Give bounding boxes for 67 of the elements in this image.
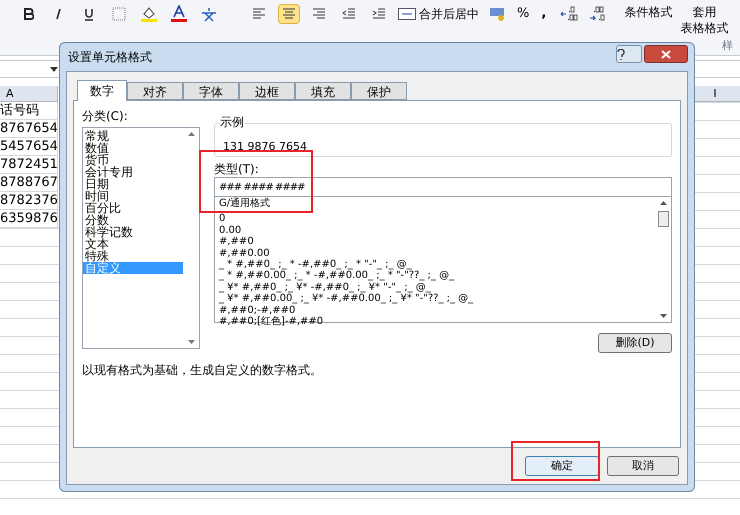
list-item[interactable]: 时间	[83, 190, 183, 202]
scroll-up-icon[interactable]	[188, 132, 194, 136]
list-item[interactable]: #,##0.00	[219, 248, 655, 260]
align-center-icon[interactable]	[278, 4, 300, 24]
sample-value: 131 9876 7654	[223, 140, 307, 154]
percent-button[interactable]: %	[517, 4, 530, 24]
list-item[interactable]: _ ¥* #,##0.00_ ;_ ¥* -#,##0.00_ ;_ ¥* "-"??_ ;_ @_	[219, 293, 655, 305]
list-item[interactable]: _ ¥* #,##0_ ;_ ¥* -#,##0_ ;_ ¥* "-"_ ;_ @_	[219, 282, 655, 294]
list-item[interactable]: 会计专用	[83, 166, 183, 178]
table-cell: 8767654	[0, 120, 58, 138]
list-item[interactable]: 百分比	[83, 202, 183, 214]
field-label: 分类(C):	[82, 108, 129, 125]
delete-button[interactable]: 删除(D)	[598, 333, 672, 353]
list-item[interactable]: 0.00	[219, 224, 655, 236]
scroll-up-icon[interactable]	[660, 201, 666, 205]
name-box[interactable]	[0, 60, 62, 78]
scroll-thumb[interactable]	[658, 211, 668, 227]
tab[interactable]: 字体	[183, 82, 239, 100]
list-item[interactable]: 分数	[83, 214, 183, 226]
type-input[interactable]: ### #### ####	[214, 177, 672, 197]
tab[interactable]: 填充	[295, 82, 351, 100]
list-item[interactable]: 0	[219, 213, 655, 225]
table-cell: 7872451	[0, 156, 58, 174]
group-label: 示例	[219, 115, 245, 129]
scroll-down-icon[interactable]	[188, 340, 194, 344]
conditional-format-label[interactable]: 条件格式	[624, 4, 672, 20]
tab[interactable]: 对齐	[127, 82, 183, 100]
list-item[interactable]: #,##0;-#,##0	[219, 304, 655, 316]
tab[interactable]: 数字	[77, 80, 127, 101]
list-item[interactable]: 数值	[83, 142, 183, 154]
help-icon	[617, 48, 625, 60]
column-header: A	[0, 86, 58, 102]
list-item[interactable]: 科学记数	[83, 226, 183, 238]
table-format-label[interactable]: 套用	[692, 4, 716, 20]
list-item[interactable]: 货币	[83, 154, 183, 166]
field-label: 类型(T):	[214, 161, 260, 177]
ok-button[interactable]: 确定	[525, 456, 599, 476]
scroll-down-icon[interactable]	[660, 314, 666, 318]
group-label: 样	[722, 38, 733, 54]
comma-button[interactable]: ,	[537, 4, 550, 24]
merge-icon	[398, 8, 416, 20]
table-cell: 6359876	[0, 210, 58, 228]
merge-center-button[interactable]: 合并后居中	[398, 4, 479, 24]
font-color-icon[interactable]	[168, 4, 190, 24]
table-cell: 8782376	[0, 192, 58, 210]
close-button[interactable]	[644, 45, 688, 63]
list-item[interactable]: G/通用格式	[219, 198, 655, 210]
window-title: 设置单元格格式	[67, 49, 152, 66]
cancel-button[interactable]: 取消	[607, 456, 679, 476]
list-item[interactable]: #,##0	[219, 236, 655, 248]
table-cell: 8788767	[0, 174, 58, 192]
list-item[interactable]: _ * #,##0_ ;_ * -#,##0_ ;_ * "-"_ ;_ @_	[219, 259, 655, 270]
tab[interactable]: 保护	[351, 82, 407, 100]
tab[interactable]: 边框	[239, 82, 295, 100]
description-text: 以现有格式为基础，生成自定义的数字格式。	[82, 362, 323, 379]
list-item[interactable]: #,##0;[红色]-#,##0	[219, 316, 655, 328]
list-item[interactable]: 文本	[83, 238, 183, 250]
list-item[interactable]: 常规	[83, 130, 183, 142]
list-item[interactable]: 日期	[83, 178, 183, 190]
close-icon	[661, 50, 671, 58]
category-list[interactable]: 常规 数值 货币 会计专用 日期 时间 百分比 分数 科学记数 文本 特殊 自定义	[82, 127, 200, 349]
table-cell: 话号码	[0, 102, 58, 120]
list-item[interactable]: 特殊	[83, 250, 183, 262]
table-format-label[interactable]: 表格格式	[680, 20, 728, 36]
help-button[interactable]	[616, 45, 642, 63]
table-cell: 5457654	[0, 138, 58, 156]
list-item[interactable]: _ * #,##0.00_ ;_ * -#,##0.00_ ;_ * "-"??_ ;_ @_	[219, 270, 655, 282]
